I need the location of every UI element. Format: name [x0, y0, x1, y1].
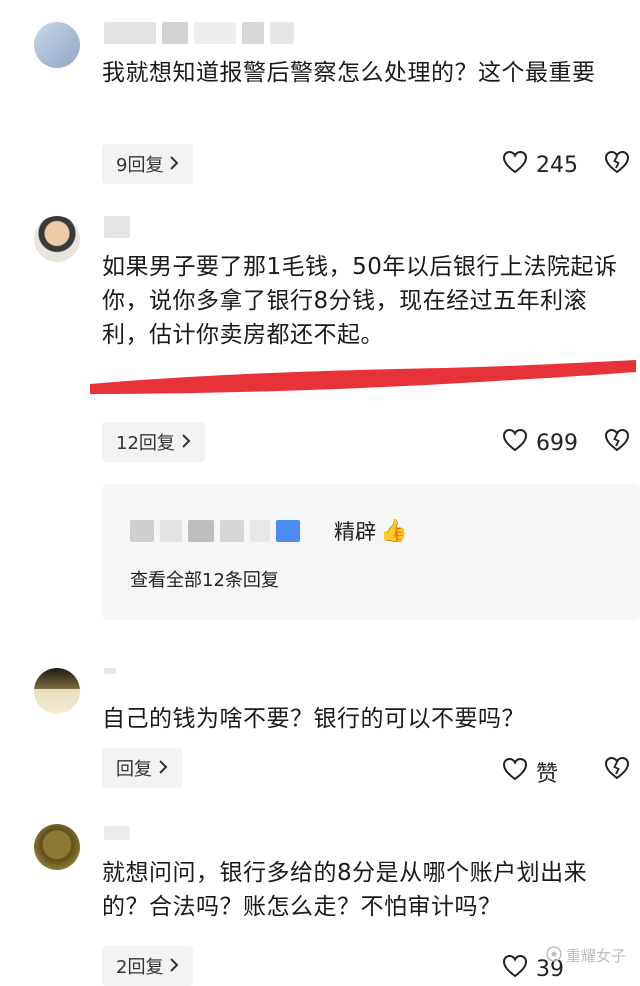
view-all-replies-link[interactable]: 查看全部12条回复 [130, 566, 279, 592]
sub-reply-username-blurred[interactable] [130, 520, 300, 542]
comment-text: 我就想知道报警后警察怎么处理的？这个最重要 [102, 60, 596, 86]
like-button[interactable]: 赞 [502, 756, 558, 788]
broken-heart-icon[interactable] [604, 756, 630, 782]
like-button[interactable]: 699 [502, 428, 578, 458]
reply-label: 回复 [116, 759, 152, 780]
avatar[interactable] [34, 216, 80, 262]
username-blurred[interactable] [104, 668, 116, 674]
username-blurred[interactable] [104, 216, 130, 238]
comment-text: 就想问问，银行多给的8分是从哪个账户划出来的？合法吗？账怎么走？不怕审计吗？ [102, 860, 588, 920]
reply-label: 2回复 [116, 957, 164, 978]
avatar[interactable] [34, 824, 80, 870]
heart-icon [502, 428, 528, 458]
thumbs-up-emoji: 👍 [380, 518, 408, 544]
heart-icon [502, 757, 528, 787]
sub-reply-content: 精辟 [334, 520, 376, 544]
username-blurred[interactable] [104, 826, 130, 840]
watermark-text: 重耀女子 [565, 947, 626, 965]
chevron-right-icon [181, 432, 191, 453]
reply-button[interactable]: 9回复 [102, 144, 194, 184]
username-blurred[interactable] [104, 22, 294, 44]
like-count: 699 [536, 430, 578, 456]
broken-heart-icon[interactable] [604, 428, 630, 454]
comment-text: 自己的钱为啥不要？银行的可以不要吗？ [102, 706, 525, 732]
reply-button[interactable]: 2回复 [102, 946, 194, 986]
sub-reply-text: 精辟 👍 [334, 516, 407, 546]
like-button[interactable]: 245 [502, 150, 578, 180]
chevron-right-icon [158, 758, 168, 779]
comment-text: 如果男子要了那1毛钱，50年以后银行上法院起诉你，说你多拿了银行8分钱，现在经过… [102, 254, 618, 348]
red-underline-annotation [90, 360, 636, 394]
sub-reply-card[interactable]: 精辟 👍 查看全部12条回复 [102, 484, 640, 620]
avatar[interactable] [34, 668, 80, 714]
reply-button[interactable]: 12回复 [102, 422, 205, 462]
like-label: 赞 [536, 762, 559, 787]
heart-icon [502, 954, 528, 984]
reply-label: 12回复 [116, 433, 175, 454]
broken-heart-icon[interactable] [604, 150, 630, 176]
heart-icon [502, 150, 528, 180]
chevron-right-icon [169, 956, 179, 977]
reply-button[interactable]: 回复 [102, 748, 182, 788]
like-count: 245 [536, 152, 578, 178]
avatar[interactable] [34, 22, 80, 68]
reply-label: 9回复 [116, 155, 164, 176]
watermark-logo-icon [546, 945, 562, 966]
chevron-right-icon [169, 154, 179, 175]
watermark: 重耀女子 [546, 945, 626, 966]
